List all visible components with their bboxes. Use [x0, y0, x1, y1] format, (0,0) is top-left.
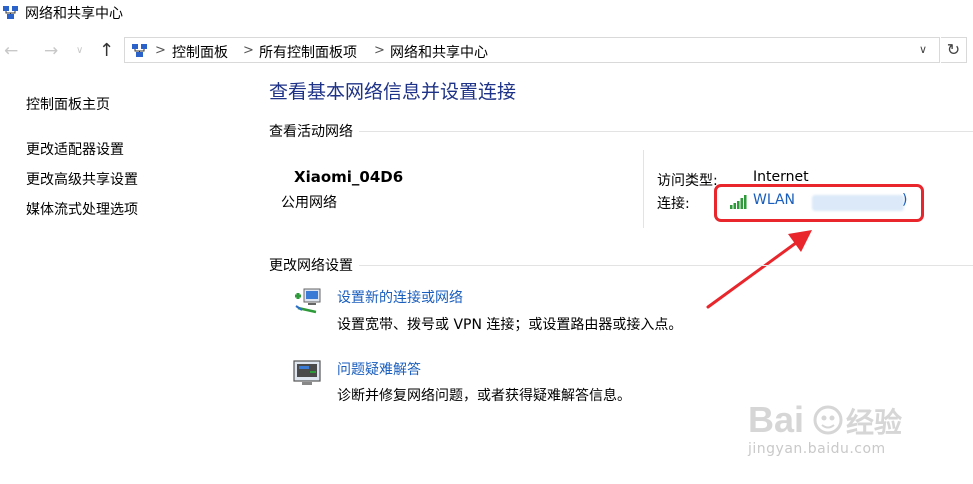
network-center-icon — [3, 6, 18, 19]
address-bar[interactable]: > 控制面板 > 所有控制面板项 > 网络和共享中心 ∨ — [124, 37, 940, 63]
access-type-value: Internet — [753, 169, 809, 185]
baidu-jingyan-watermark-logo: Bai 经验 — [748, 399, 902, 440]
annotation-arrow — [706, 230, 812, 309]
sidebar-item-home[interactable]: 控制面板主页 — [26, 94, 110, 114]
recent-locations-button[interactable]: ∨ — [76, 45, 83, 56]
address-dropdown-button[interactable]: ∨ — [919, 43, 927, 56]
breadcrumb-separator: > — [243, 43, 254, 58]
control-panel-icon — [132, 44, 147, 57]
breadcrumb-separator: > — [155, 43, 166, 58]
network-setup-icon — [295, 288, 321, 314]
section-divider — [269, 131, 973, 132]
sidebar-item-media-streaming[interactable]: 媒体流式处理选项 — [26, 199, 138, 219]
breadcrumb-control-panel[interactable]: 控制面板 — [172, 42, 228, 62]
refresh-button[interactable]: ↻ — [941, 37, 967, 63]
troubleshoot-description: 诊断并修复网络问题，或者获得疑难解答信息。 — [337, 388, 631, 404]
svg-text:Bai: Bai — [748, 399, 804, 440]
access-type-label: 访问类型: — [657, 173, 718, 189]
annotation-highlight-box — [714, 184, 924, 222]
section-divider — [269, 265, 973, 266]
breadcrumb-separator: > — [374, 43, 385, 58]
page-title: 查看基本网络信息并设置连接 — [269, 81, 517, 103]
svg-text:经验: 经验 — [846, 406, 902, 439]
sidebar-item-adapter-settings[interactable]: 更改适配器设置 — [26, 139, 124, 159]
troubleshoot-icon — [293, 360, 321, 385]
breadcrumb-network-center[interactable]: 网络和共享中心 — [390, 42, 488, 62]
change-settings-heading: 更改网络设置 — [269, 255, 359, 275]
vertical-divider — [643, 150, 644, 228]
forward-button[interactable]: → — [44, 41, 58, 61]
back-button[interactable]: ← — [4, 41, 18, 61]
breadcrumb-all-items[interactable]: 所有控制面板项 — [259, 42, 357, 62]
sidebar-item-sharing-settings[interactable]: 更改高级共享设置 — [26, 169, 138, 189]
setup-connection-description: 设置宽带、拨号或 VPN 连接；或设置路由器或接入点。 — [337, 317, 683, 333]
network-type: 公用网络 — [281, 195, 337, 211]
network-name: Xiaomi_04D6 — [294, 168, 404, 186]
connection-label: 连接: — [657, 196, 690, 212]
setup-connection-link[interactable]: 设置新的连接或网络 — [337, 287, 463, 307]
watermark-url: jingyan.baidu.com — [748, 441, 886, 457]
troubleshoot-link[interactable]: 问题疑难解答 — [337, 359, 421, 379]
active-networks-heading: 查看活动网络 — [269, 121, 359, 141]
up-button[interactable]: ↑ — [99, 40, 114, 61]
window-title: 网络和共享中心 — [25, 6, 123, 22]
title-bar: 网络和共享中心 — [0, 0, 973, 26]
